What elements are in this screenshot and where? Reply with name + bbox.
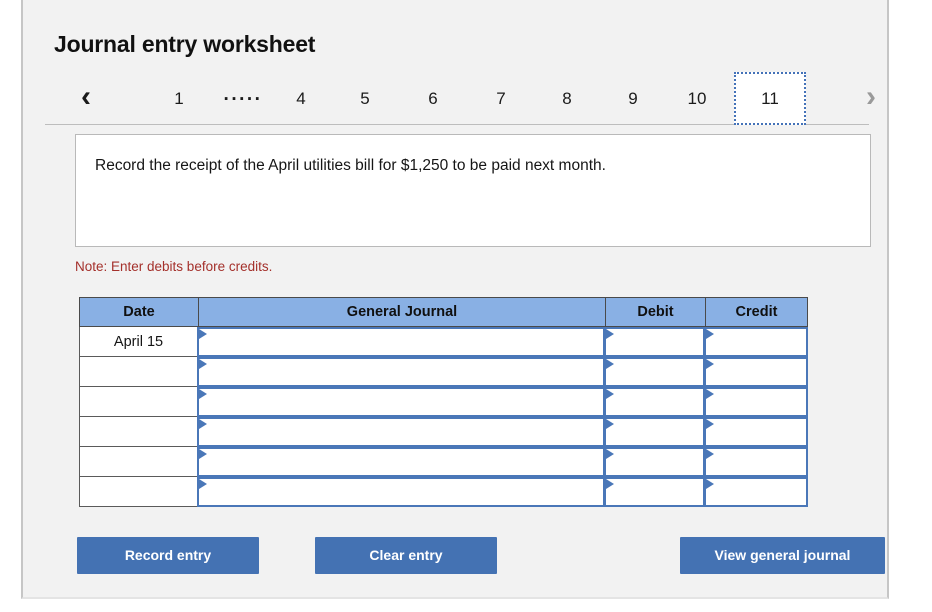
debit-input[interactable] xyxy=(604,327,705,357)
cell-marker-icon xyxy=(706,479,714,489)
cell-marker-icon xyxy=(199,449,207,459)
table-row xyxy=(79,357,808,387)
clear-entry-button[interactable]: Clear entry xyxy=(315,537,497,574)
table-row xyxy=(79,447,808,477)
pager-item-6[interactable]: 6 xyxy=(407,72,459,125)
table-row xyxy=(79,417,808,447)
pager-item-8[interactable]: 8 xyxy=(541,72,593,125)
cell-marker-icon xyxy=(606,419,614,429)
debit-input[interactable] xyxy=(604,447,705,477)
worksheet-pager: ‹ 1 ..... 4 5 6 7 8 9 10 11 › xyxy=(45,72,876,125)
debit-input[interactable] xyxy=(604,387,705,417)
table-header-row: Date General Journal Debit Credit xyxy=(79,297,808,327)
cell-marker-icon xyxy=(199,419,207,429)
pager-item-4[interactable]: 4 xyxy=(275,72,327,125)
cell-marker-icon xyxy=(606,389,614,399)
table-row xyxy=(79,477,808,507)
cell-marker-icon xyxy=(606,479,614,489)
pager-item-11[interactable]: 11 xyxy=(734,72,806,125)
cell-marker-icon xyxy=(199,389,207,399)
date-cell[interactable] xyxy=(79,417,198,447)
debit-input[interactable] xyxy=(604,357,705,387)
pager-ellipsis: ..... xyxy=(223,84,263,105)
general-journal-input[interactable] xyxy=(197,357,605,387)
credit-input[interactable] xyxy=(704,327,808,357)
journal-entry-worksheet-page: Journal entry worksheet ‹ 1 ..... 4 5 6 … xyxy=(0,0,932,612)
instruction-box: Record the receipt of the April utilitie… xyxy=(75,134,871,247)
cell-marker-icon xyxy=(199,329,207,339)
debit-input[interactable] xyxy=(604,477,705,507)
column-header-debit: Debit xyxy=(605,297,705,327)
credit-input[interactable] xyxy=(704,357,808,387)
table-row: April 15 xyxy=(79,327,808,357)
credit-input[interactable] xyxy=(704,447,808,477)
date-cell[interactable]: April 15 xyxy=(79,327,198,357)
general-journal-input[interactable] xyxy=(197,387,605,417)
date-cell[interactable] xyxy=(79,387,198,417)
credit-input[interactable] xyxy=(704,477,808,507)
general-journal-input[interactable] xyxy=(197,417,605,447)
column-header-general-journal: General Journal xyxy=(198,297,605,327)
cell-marker-icon xyxy=(606,359,614,369)
page-title: Journal entry worksheet xyxy=(54,31,316,57)
debits-before-credits-note: Note: Enter debits before credits. xyxy=(75,259,273,274)
record-entry-button[interactable]: Record entry xyxy=(77,537,259,574)
chevron-right-icon[interactable]: › xyxy=(851,72,891,125)
cell-marker-icon xyxy=(706,389,714,399)
view-general-journal-button[interactable]: View general journal xyxy=(680,537,885,574)
pager-item-7[interactable]: 7 xyxy=(475,72,527,125)
worksheet-card: Journal entry worksheet ‹ 1 ..... 4 5 6 … xyxy=(21,0,889,599)
cell-marker-icon xyxy=(199,479,207,489)
debit-input[interactable] xyxy=(604,417,705,447)
date-cell[interactable] xyxy=(79,447,198,477)
general-journal-input[interactable] xyxy=(197,477,605,507)
cell-marker-icon xyxy=(706,449,714,459)
table-row xyxy=(79,387,808,417)
pager-item-10[interactable]: 10 xyxy=(669,72,725,125)
cell-marker-icon xyxy=(706,329,714,339)
cell-marker-icon xyxy=(706,419,714,429)
pager-item-9[interactable]: 9 xyxy=(607,72,659,125)
general-journal-input[interactable] xyxy=(197,447,605,477)
column-header-date: Date xyxy=(79,297,198,327)
cell-marker-icon xyxy=(199,359,207,369)
credit-input[interactable] xyxy=(704,417,808,447)
cell-marker-icon xyxy=(706,359,714,369)
date-cell[interactable] xyxy=(79,357,198,387)
general-journal-input[interactable] xyxy=(197,327,605,357)
pager-item-5[interactable]: 5 xyxy=(339,72,391,125)
pager-item-1[interactable]: 1 xyxy=(153,72,205,125)
journal-entry-table: Date General Journal Debit Credit April … xyxy=(79,297,808,512)
cell-marker-icon xyxy=(606,329,614,339)
cell-marker-icon xyxy=(606,449,614,459)
date-cell[interactable] xyxy=(79,477,198,507)
credit-input[interactable] xyxy=(704,387,808,417)
instruction-text: Record the receipt of the April utilitie… xyxy=(95,157,606,174)
chevron-left-icon[interactable]: ‹ xyxy=(66,72,106,125)
column-header-credit: Credit xyxy=(705,297,808,327)
